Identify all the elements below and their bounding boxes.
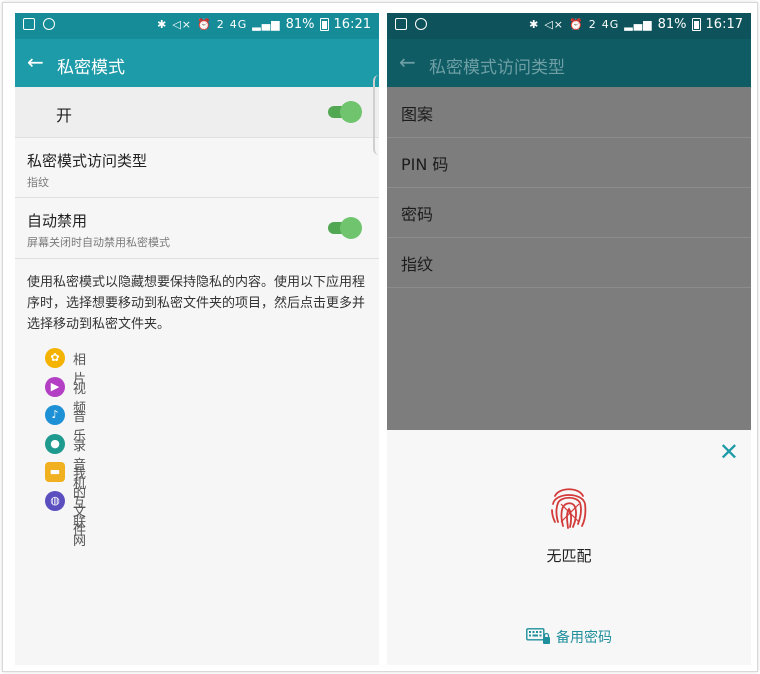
app-bar: ← 私密模式: [15, 39, 379, 87]
backup-password-button[interactable]: 备用密码: [387, 627, 751, 647]
page-title: 私密模式: [57, 58, 125, 78]
back-arrow-icon[interactable]: ←: [27, 51, 44, 73]
block-icon: [43, 18, 55, 30]
signal-icon: ▂▄▆: [252, 18, 281, 31]
internet-icon: ◍: [45, 490, 65, 511]
image-icon: [23, 18, 35, 30]
screenshot-frame: ✱ ◁× ⏰ 2 4G ▂▄▆ 81% 16:21 ← 私密模式 开 私密模式访…: [2, 2, 758, 672]
network-label: 4G: [229, 18, 248, 31]
app-name: 互联网: [73, 495, 87, 549]
auto-disable-subtitle: 屏幕关闭时自动禁用私密模式: [27, 236, 170, 249]
description-text: 使用私密模式以隐藏想要保持隐私的内容。使用以下应用程序时，选择想要移动到私密文件…: [27, 275, 366, 332]
close-icon[interactable]: ✕: [719, 440, 739, 464]
access-type-setting[interactable]: 私密模式访问类型 指纹: [15, 138, 379, 198]
clock: 16:21: [333, 17, 371, 32]
alarm-icon: ⏰: [569, 18, 584, 31]
access-type-screen: ✱ ◁× ⏰ 2 4G ▂▄▆ 81% 16:17 ← 私密模式访问类型 图案 …: [387, 13, 751, 665]
status-bar: ✱ ◁× ⏰ 2 4G ▂▄▆ 81% 16:21: [15, 13, 379, 39]
option-label: 图案: [401, 105, 434, 124]
master-switch-row[interactable]: 开: [15, 87, 379, 138]
option-label: 指纹: [401, 255, 434, 274]
auto-disable-title: 自动禁用: [27, 212, 88, 230]
sim-label: 2: [216, 18, 225, 31]
signal-icon: ▂▄▆: [624, 18, 653, 31]
option-label: PIN 码: [401, 155, 449, 174]
access-type-value: 指纹: [27, 176, 49, 189]
access-type-list: 图案 PIN 码 密码 指纹: [387, 87, 751, 430]
back-arrow-icon[interactable]: ←: [399, 51, 416, 73]
battery-icon: [691, 18, 701, 31]
access-type-title: 私密模式访问类型: [27, 152, 148, 170]
bluetooth-icon: ✱: [529, 18, 540, 31]
option-pin[interactable]: PIN 码: [387, 137, 751, 188]
master-toggle[interactable]: [328, 101, 362, 123]
voice-recorder-icon: ●: [45, 433, 65, 454]
gallery-icon: ✿: [45, 348, 65, 368]
image-icon: [395, 18, 407, 30]
sim-label: 2: [588, 18, 597, 31]
video-icon: ▶: [45, 376, 65, 397]
option-fingerprint[interactable]: 指纹: [387, 237, 751, 288]
fingerprint-icon: [551, 488, 587, 529]
no-match-message: 无匹配: [546, 547, 592, 565]
page-title: 私密模式访问类型: [429, 58, 565, 78]
network-label: 4G: [601, 18, 620, 31]
battery-icon: [319, 18, 329, 31]
battery-percent: 81%: [285, 17, 315, 32]
status-bar: ✱ ◁× ⏰ 2 4G ▂▄▆ 81% 16:17: [387, 13, 751, 39]
bluetooth-icon: ✱: [157, 18, 168, 31]
auto-disable-setting[interactable]: 自动禁用 屏幕关闭时自动禁用私密模式: [15, 198, 379, 259]
battery-percent: 81%: [657, 17, 687, 32]
screen-edge: [373, 75, 379, 155]
alarm-icon: ⏰: [197, 18, 212, 31]
auto-disable-toggle[interactable]: [328, 217, 362, 239]
clock: 16:17: [705, 17, 743, 32]
block-icon: [415, 18, 427, 30]
option-label: 密码: [401, 205, 434, 224]
keyboard-lock-icon: [526, 628, 550, 644]
music-icon: ♪: [45, 405, 65, 426]
fingerprint-dialog: ✕ 无匹配 备用密码: [387, 430, 751, 665]
private-mode-settings-screen: ✱ ◁× ⏰ 2 4G ▂▄▆ 81% 16:21 ← 私密模式 开 私密模式访…: [15, 13, 379, 665]
mute-icon: ◁×: [544, 18, 564, 31]
option-pattern[interactable]: 图案: [387, 87, 751, 138]
master-switch-label: 开: [56, 106, 73, 125]
my-files-icon: ▬: [45, 462, 65, 483]
backup-password-label: 备用密码: [556, 630, 612, 646]
option-password[interactable]: 密码: [387, 187, 751, 238]
app-bar: ← 私密模式访问类型: [387, 39, 751, 87]
mute-icon: ◁×: [172, 18, 192, 31]
